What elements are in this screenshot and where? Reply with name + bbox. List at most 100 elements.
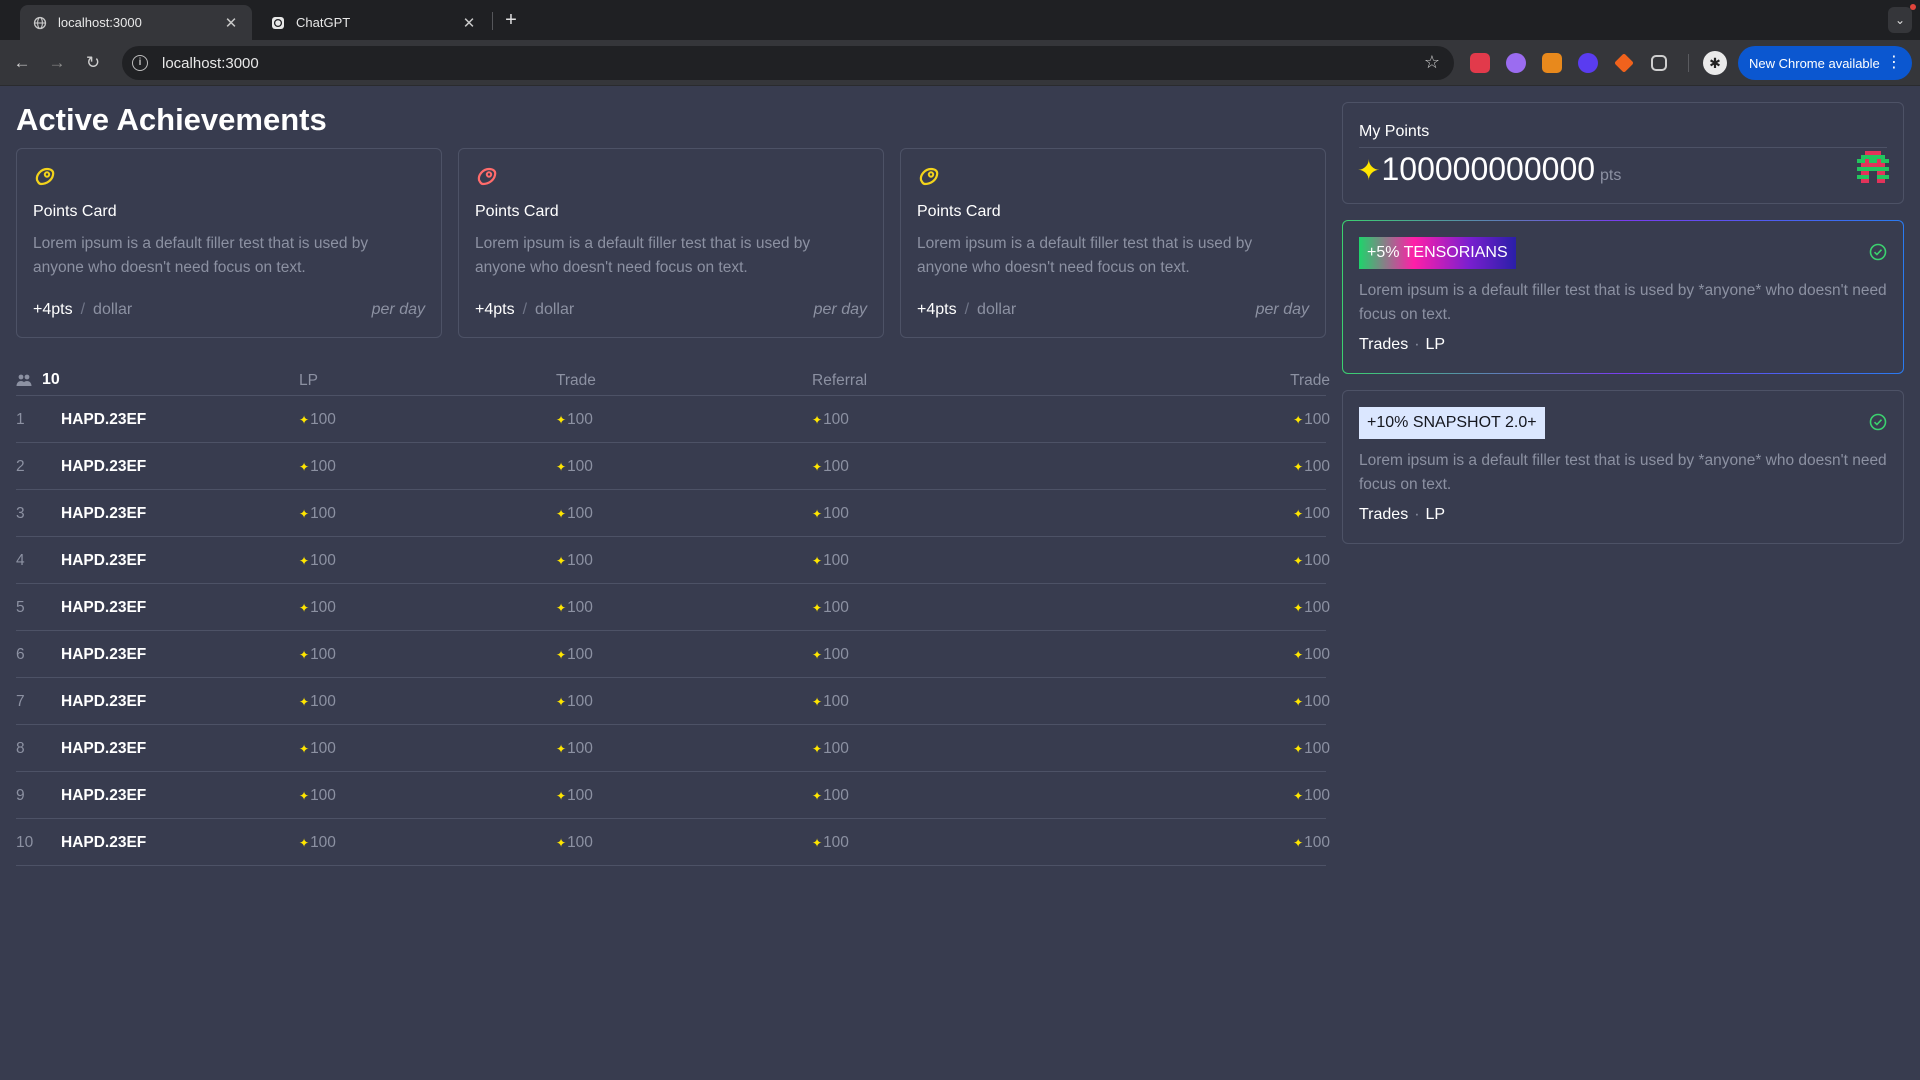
row-rank: 2: [16, 458, 25, 475]
pixel-avatar-icon: [1857, 151, 1889, 183]
points-card[interactable]: Points Card Lorem ipsum is a default fil…: [458, 148, 884, 338]
value-text: 100: [310, 740, 336, 757]
tab-search-chevron-icon[interactable]: ⌄: [1888, 7, 1912, 33]
sparkle-icon: ✦: [812, 507, 823, 521]
value-text: 100: [567, 740, 593, 757]
back-arrow-icon[interactable]: ←: [9, 50, 35, 76]
table-row[interactable]: 6 HAPD.23EF ✦100 ✦100 ✦100 ✦100: [16, 631, 1330, 678]
sparkle-icon: ✦: [556, 554, 567, 568]
new-tab-icon[interactable]: +: [500, 8, 522, 32]
bookmark-star-icon[interactable]: ☆: [1424, 52, 1440, 73]
table-row[interactable]: 1 HAPD.23EF ✦100 ✦100 ✦100 ✦100: [16, 396, 1330, 443]
profile-avatar-icon[interactable]: ✱: [1703, 51, 1727, 75]
value-text: 100: [823, 834, 849, 851]
points-card[interactable]: Points Card Lorem ipsum is a default fil…: [16, 148, 442, 338]
tab-title: ChatGPT: [296, 15, 351, 30]
value-text: 100: [567, 411, 593, 428]
table-row[interactable]: 4 HAPD.23EF ✦100 ✦100 ✦100 ✦100: [16, 537, 1330, 584]
check-circle-icon: [1869, 243, 1887, 261]
sparkle-icon: ✦: [1293, 601, 1304, 615]
page-title: Active Achievements: [16, 102, 327, 137]
tab-chatgpt[interactable]: ChatGPT ✕: [258, 5, 490, 40]
value-text: 100: [823, 599, 849, 616]
chatgpt-icon: [270, 15, 286, 31]
row-name: HAPD.23EF: [61, 693, 147, 710]
site-info-icon[interactable]: i: [132, 55, 148, 71]
column-header-referral[interactable]: Referral: [812, 372, 867, 390]
table-row[interactable]: 8 HAPD.23EF ✦100 ✦100 ✦100 ✦100: [16, 725, 1330, 772]
table-row[interactable]: 7 HAPD.23EF ✦100 ✦100 ✦100 ✦100: [16, 678, 1330, 725]
value-text: 100: [823, 552, 849, 569]
points-card[interactable]: Points Card Lorem ipsum is a default fil…: [900, 148, 1326, 338]
value-text: 100: [1304, 505, 1330, 522]
extension-purple-icon[interactable]: [1506, 53, 1526, 73]
extensions-puzzle-icon[interactable]: [1651, 55, 1667, 71]
boost-card-snapshot[interactable]: +10% SNAPSHOT 2.0+ Lorem ipsum is a defa…: [1342, 390, 1904, 544]
table-row[interactable]: 9 HAPD.23EF ✦100 ✦100 ✦100 ✦100: [16, 772, 1330, 819]
extension-fox-icon[interactable]: [1542, 53, 1562, 73]
boost-card-tensorians[interactable]: +5% TENSORIANS Lorem ipsum is a default …: [1342, 220, 1904, 374]
slash-separator: /: [522, 301, 528, 318]
sparkle-icon: ✦: [812, 836, 823, 850]
row-trade-2-value: ✦100: [1293, 787, 1330, 805]
row-rank: 3: [16, 505, 25, 522]
value-text: 100: [310, 646, 336, 663]
extension-star-icon[interactable]: [1614, 53, 1634, 73]
steak-icon: [35, 167, 55, 186]
address-bar[interactable]: i localhost:3000 ☆: [122, 46, 1454, 80]
value-text: 100: [310, 787, 336, 804]
more-menu-icon[interactable]: ⋮: [1886, 46, 1902, 80]
row-trade-2-value: ✦100: [1293, 599, 1330, 617]
row-lp-value: ✦100: [299, 552, 336, 570]
value-text: 100: [567, 693, 593, 710]
reload-icon[interactable]: ↻: [80, 50, 106, 76]
tag-separator: ·: [1414, 506, 1420, 523]
row-lp-value: ✦100: [299, 599, 336, 617]
sparkle-icon: ✦: [812, 742, 823, 756]
sparkle-icon: ✦: [1357, 155, 1381, 186]
table-row[interactable]: 3 HAPD.23EF ✦100 ✦100 ✦100 ✦100: [16, 490, 1330, 537]
leaderboard-table: 10 LP Trade Referral Trade 1 HAPD.23EF ✦10…: [16, 368, 1330, 866]
browser-tab-bar: localhost:3000 ✕ ChatGPT ✕ + ⌄: [0, 0, 1920, 40]
new-chrome-available-button[interactable]: New Chrome available ⋮: [1738, 46, 1912, 80]
column-header-trade[interactable]: Trade: [556, 372, 596, 390]
table-row[interactable]: 5 HAPD.23EF ✦100 ✦100 ✦100 ✦100: [16, 584, 1330, 631]
boost-badge: +5% TENSORIANS: [1359, 237, 1516, 269]
close-tab-icon[interactable]: ✕: [460, 14, 478, 32]
row-name: HAPD.23EF: [61, 552, 147, 569]
row-trade-2-value: ✦100: [1293, 505, 1330, 523]
page-content: Active Achievements Points Card Lorem ip…: [0, 86, 1920, 1080]
extension-red-icon[interactable]: [1470, 53, 1490, 73]
value-text: 100: [567, 599, 593, 616]
value-text: 100: [310, 505, 336, 522]
close-tab-icon[interactable]: ✕: [222, 14, 240, 32]
value-text: 100: [567, 458, 593, 475]
row-referral-value: ✦100: [812, 740, 849, 758]
row-trade-value: ✦100: [556, 411, 593, 429]
table-row[interactable]: 2 HAPD.23EF ✦100 ✦100 ✦100 ✦100: [16, 443, 1330, 490]
boost-description: Lorem ipsum is a default filler test tha…: [1359, 452, 1887, 493]
boost-tags: Trades · LP: [1359, 506, 1887, 524]
sparkle-icon: ✦: [299, 742, 310, 756]
tab-localhost[interactable]: localhost:3000 ✕: [20, 5, 252, 40]
column-header-lp[interactable]: LP: [299, 372, 318, 390]
card-footer: +4pts / dollar per day: [475, 301, 867, 319]
column-header-trade-2[interactable]: Trade: [1290, 372, 1330, 390]
forward-arrow-icon[interactable]: →: [44, 50, 70, 76]
row-referral-value: ✦100: [812, 693, 849, 711]
row-trade-value: ✦100: [556, 834, 593, 852]
boost-tag: LP: [1425, 506, 1446, 523]
extension-circle-icon[interactable]: [1578, 53, 1598, 73]
row-lp-value: ✦100: [299, 505, 336, 523]
card-frequency: per day: [813, 301, 867, 318]
value-text: 100: [1304, 740, 1330, 757]
check-circle-icon: [1869, 413, 1887, 431]
row-name: HAPD.23EF: [61, 834, 147, 851]
sparkle-icon: ✦: [812, 554, 823, 568]
steak-icon: [477, 167, 497, 186]
row-referral-value: ✦100: [812, 458, 849, 476]
update-button-label: New Chrome available: [1749, 55, 1880, 71]
row-name: HAPD.23EF: [61, 411, 147, 428]
row-referral-value: ✦100: [812, 505, 849, 523]
table-row[interactable]: 10 HAPD.23EF ✦100 ✦100 ✦100 ✦100: [16, 819, 1330, 866]
